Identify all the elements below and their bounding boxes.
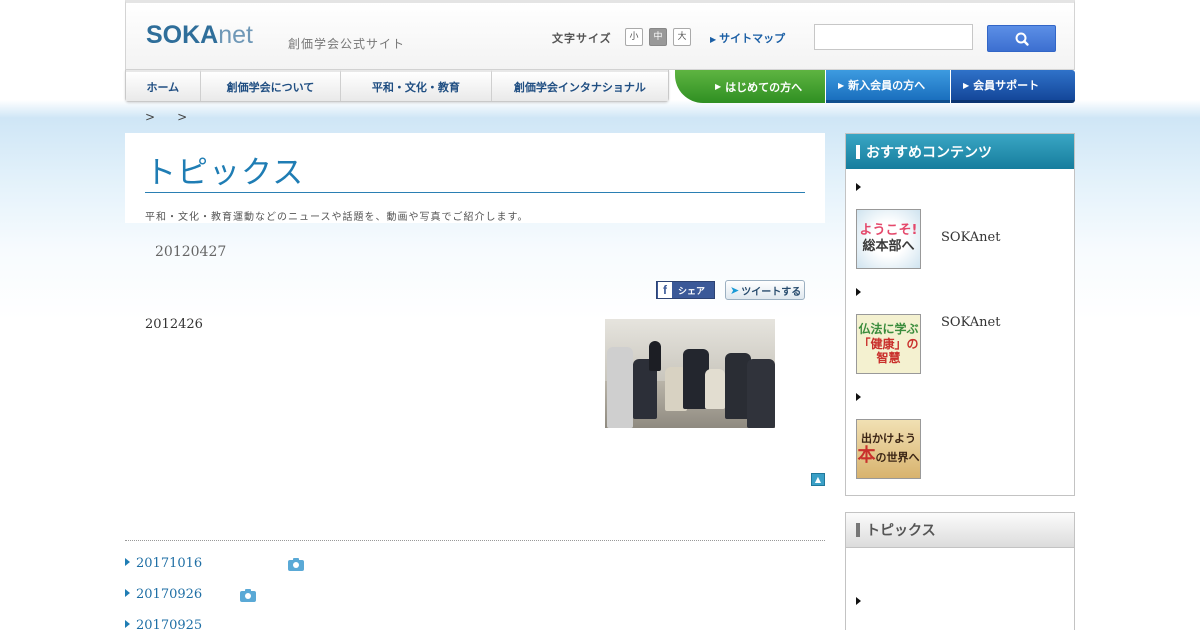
breadcrumb: > > [145, 110, 209, 124]
search-icon [1015, 32, 1029, 46]
cta-first-label: はじめての方へ [725, 80, 803, 94]
search-input[interactable] [814, 24, 973, 50]
cta-member-support[interactable]: ▶ 会員サポート [951, 70, 1075, 103]
thumb-line: 「健康」の智慧 [858, 336, 919, 366]
thumb-text: ようこそ! 総本部へ [860, 223, 918, 254]
recommended-contents-box: おすすめコンテンツ ようこそ! 総本部へ SOKAnet 仏法に学ぶ 「健康」の智慧… [845, 133, 1075, 496]
twitter-bird-icon: ➤ [730, 283, 740, 297]
thumb-line: ようこそ! [859, 223, 918, 239]
article-photo [605, 319, 775, 428]
photo-figure [705, 369, 725, 409]
recommend-label[interactable]: SOKAnet [941, 315, 1000, 330]
page: SOKAnet 創価学会公式サイト 文字サイズ 小 中 大 ▶ サイトマップ ホー… [125, 0, 1075, 630]
logo-text-sub: net [218, 21, 253, 49]
thumb-text: 出かけよう 本の世界へ [858, 432, 920, 467]
page-title: トピックス [145, 155, 305, 191]
topic-date: 20170925 [136, 618, 203, 630]
arrow-right-icon: ▶ [710, 35, 717, 44]
bullet-icon [856, 597, 861, 605]
arrow-right-icon: ▶ [715, 82, 722, 91]
share-label: シェア [678, 286, 706, 297]
recommend-label[interactable]: SOKAnet [941, 230, 1000, 245]
triangle-right-icon [125, 620, 130, 628]
bullet-icon [856, 393, 861, 401]
topic-list-item[interactable]: 20171016 [125, 556, 202, 571]
cta-new-label: 新入会員の方へ [848, 79, 926, 92]
global-nav: ホーム 創価学会について 平和・文化・教育 創価学会インタナショナル [125, 70, 669, 102]
recommend-thumb-books[interactable]: 出かけよう 本の世界へ [856, 419, 921, 479]
nav-item-about[interactable]: 創価学会について [200, 70, 342, 101]
triangle-right-icon [125, 558, 130, 566]
breadcrumb-separator: > [177, 110, 188, 124]
facebook-icon: f [658, 282, 672, 298]
topic-date: 20170926 [136, 587, 203, 602]
camera-icon [288, 558, 304, 571]
page-top-button[interactable]: ▲ [811, 473, 825, 486]
bullet-icon [856, 288, 861, 296]
article-body: 2012426 [145, 317, 203, 332]
triangle-right-icon [125, 589, 130, 597]
tweet-button[interactable]: ➤ ツイートする [725, 280, 805, 300]
thumb-line: 仏法に学ぶ [858, 322, 919, 337]
topics-header: トピックス [846, 513, 1074, 548]
sitemap-label: サイトマップ [719, 32, 786, 45]
topic-list-item[interactable]: 20170926 [125, 587, 202, 602]
arrow-up-icon: ▲ [814, 475, 822, 484]
cta-first-visitors[interactable]: ▶ はじめての方へ [675, 70, 825, 103]
thumb-text: 仏法に学ぶ 「健康」の智慧 [857, 322, 920, 365]
photo-figure [649, 341, 661, 371]
thumb-line: 総本部へ [862, 239, 915, 254]
thumb-line: 本 [857, 444, 876, 466]
main-title-box: トピックス 平和・文化・教育運動などのニュースや話題を、動画や写真でご紹介します… [125, 133, 825, 223]
nav-item-sgi[interactable]: 創価学会インタナショナル [491, 70, 668, 101]
article-date: 20120427 [155, 244, 227, 260]
site-logo[interactable]: SOKAnet [146, 21, 253, 50]
topics-title: トピックス [866, 523, 936, 539]
font-size-label: 文字サイズ [552, 32, 612, 45]
arrow-right-icon: ▶ [963, 80, 970, 90]
page-lead: 平和・文化・教育運動などのニュースや話題を、動画や写真でご紹介します。 [145, 212, 529, 223]
nav-item-peace-culture-education[interactable]: 平和・文化・教育 [341, 70, 492, 101]
recommend-thumb-headquarters[interactable]: ようこそ! 総本部へ [856, 209, 921, 269]
logo-text-main: SOKA [146, 21, 219, 49]
cta-new-members[interactable]: ▶ 新入会員の方へ [826, 70, 950, 103]
bullet-icon [856, 183, 861, 191]
site-tagline: 創価学会公式サイト [288, 37, 406, 51]
search-button[interactable] [987, 25, 1056, 52]
nav-item-home[interactable]: ホーム [126, 70, 201, 101]
tweet-label: ツイートする [741, 286, 802, 298]
font-size-large-button[interactable]: 大 [673, 28, 691, 46]
recommended-title: おすすめコンテンツ [866, 144, 992, 161]
font-size-small-button[interactable]: 小 [625, 28, 643, 46]
header-bar-icon [856, 523, 860, 537]
recommend-thumb-health-wisdom[interactable]: 仏法に学ぶ 「健康」の智慧 [856, 314, 921, 374]
site-header: SOKAnet 創価学会公式サイト 文字サイズ 小 中 大 ▶ サイトマップ [125, 0, 1075, 70]
photo-figure [747, 359, 775, 428]
topics-box: トピックス [845, 512, 1075, 630]
thumb-line: 出かけよう [861, 431, 916, 445]
recommended-contents-header: おすすめコンテンツ [846, 134, 1074, 169]
content-divider [125, 540, 825, 541]
font-size-medium-button[interactable]: 中 [649, 28, 667, 46]
topic-date: 20171016 [136, 556, 203, 571]
cta-support-label: 会員サポート [973, 79, 1040, 92]
arrow-right-icon: ▶ [838, 80, 845, 90]
photo-figure [607, 347, 633, 428]
breadcrumb-separator: > [145, 110, 156, 124]
topic-list-item[interactable]: 20170925 [125, 618, 202, 630]
thumb-line: の世界へ [875, 450, 920, 464]
camera-icon [240, 589, 256, 602]
facebook-share-button[interactable]: f シェア [656, 281, 715, 299]
header-bar-icon [856, 144, 860, 159]
sitemap-link[interactable]: ▶ サイトマップ [710, 30, 785, 46]
title-divider [145, 192, 805, 193]
